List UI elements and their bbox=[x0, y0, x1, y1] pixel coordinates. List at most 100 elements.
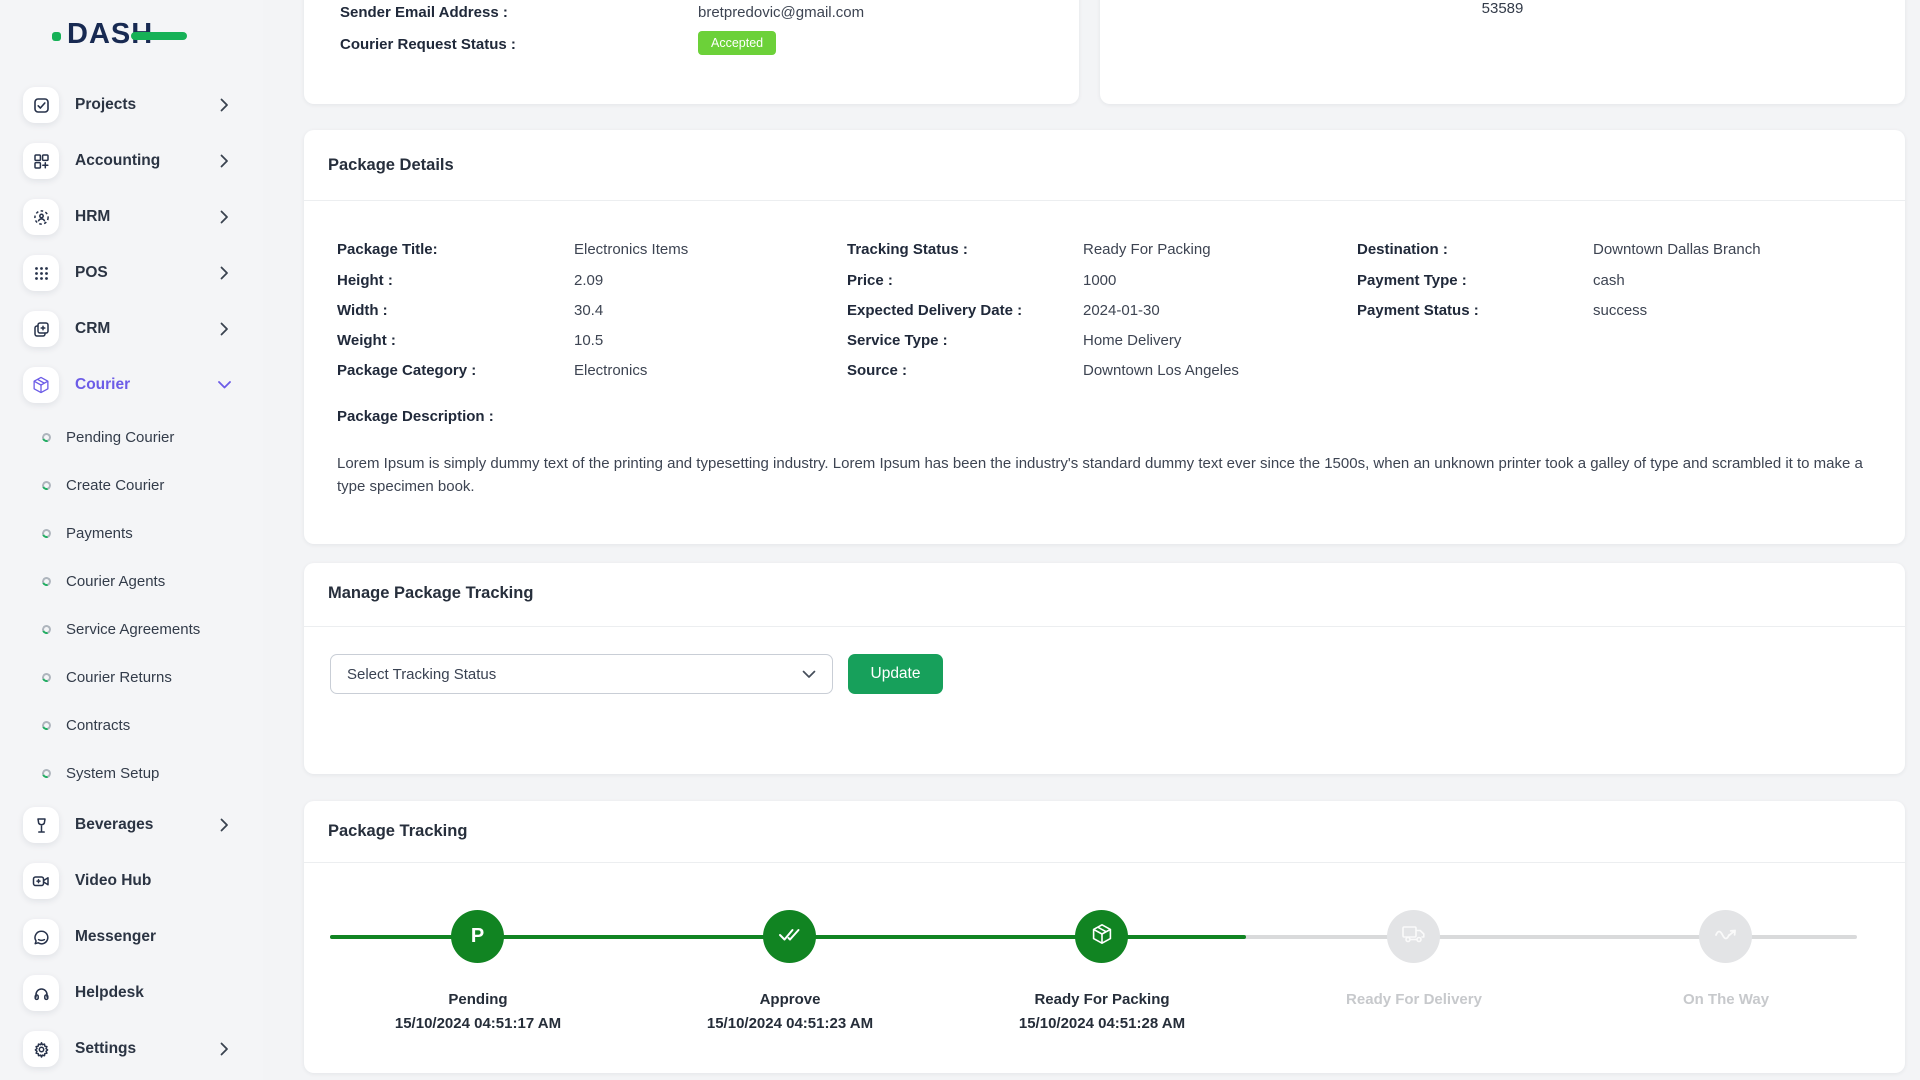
field-label: Weight : bbox=[337, 332, 396, 349]
field-value: Electronics bbox=[574, 362, 648, 379]
gear-icon bbox=[23, 1031, 59, 1067]
barcode-card: 53589 bbox=[1100, 0, 1905, 104]
field-value: 10.5 bbox=[574, 332, 604, 349]
barcode-number: 53589 bbox=[1481, 0, 1524, 17]
timeline-step-circle bbox=[1075, 910, 1128, 963]
chevron-down-icon bbox=[802, 670, 816, 679]
tracking-status-select[interactable]: Select Tracking Status bbox=[330, 654, 833, 694]
timeline-step-label: Ready For Packing bbox=[1034, 991, 1170, 1008]
field-value: Electronics Items bbox=[574, 241, 689, 258]
divider bbox=[304, 626, 1905, 627]
sidebar-item-courier[interactable]: Courier bbox=[0, 357, 263, 413]
sidebar-item-projects[interactable]: Projects bbox=[0, 77, 263, 133]
field-value: 30.4 bbox=[574, 302, 604, 319]
tracking-status-select-value: Select Tracking Status bbox=[347, 665, 497, 683]
field-value: cash bbox=[1593, 272, 1625, 289]
package-tracking-title: Package Tracking bbox=[328, 822, 468, 840]
field-label: Payment Type : bbox=[1357, 272, 1467, 289]
field-value: 1000 bbox=[1083, 272, 1117, 289]
field-value: Downtown Dallas Branch bbox=[1593, 241, 1761, 258]
sidebar-subitem-label: Courier Agents bbox=[66, 572, 166, 590]
chevron-right-icon bbox=[220, 818, 229, 832]
sidebar-subitem-system-setup[interactable]: System Setup bbox=[0, 749, 263, 797]
logo-green-dash-icon bbox=[131, 32, 187, 40]
sidebar-item-video-hub[interactable]: Video Hub bbox=[0, 853, 263, 909]
bullet-icon bbox=[40, 527, 53, 539]
sidebar-item-messenger[interactable]: Messenger bbox=[0, 909, 263, 965]
package-icon bbox=[1091, 923, 1113, 950]
field-value: 2024-01-30 bbox=[1083, 302, 1160, 319]
sidebar-subitem-courier-agents[interactable]: Courier Agents bbox=[0, 557, 263, 605]
package-details-card: Package Details Package Title: Electroni… bbox=[304, 130, 1905, 544]
logo-green-dot-icon bbox=[52, 32, 61, 41]
sidebar-item-crm[interactable]: CRM bbox=[0, 301, 263, 357]
sidebar-item-settings[interactable]: Settings bbox=[0, 1021, 263, 1077]
bullet-icon bbox=[40, 671, 53, 683]
sidebar-item-beverages[interactable]: Beverages bbox=[0, 797, 263, 853]
sidebar-subitem-contracts[interactable]: Contracts bbox=[0, 701, 263, 749]
sender-email-value: bretpredovic@gmail.com bbox=[698, 4, 865, 21]
field-value: Home Delivery bbox=[1083, 332, 1182, 349]
field-label: Source : bbox=[847, 362, 908, 379]
field-label: Width : bbox=[337, 302, 388, 319]
sidebar-item-helpdesk[interactable]: Helpdesk bbox=[0, 965, 263, 1021]
package-description-text: Lorem Ipsum is simply dummy text of the … bbox=[337, 455, 1863, 495]
sidebar-subitem-courier-returns[interactable]: Courier Returns bbox=[0, 653, 263, 701]
sidebar-item-label: Projects bbox=[75, 96, 137, 113]
sidebar-subitem-pending-courier[interactable]: Pending Courier bbox=[0, 413, 263, 461]
sidebar-subitem-create-courier[interactable]: Create Courier bbox=[0, 461, 263, 509]
sidebar-item-accounting[interactable]: Accounting bbox=[0, 133, 263, 189]
sidebar-item-label: Helpdesk bbox=[75, 984, 144, 1001]
divider bbox=[304, 862, 1905, 863]
sidebar-subitem-service-agreements[interactable]: Service Agreements bbox=[0, 605, 263, 653]
chevron-down-icon bbox=[218, 378, 231, 392]
chevron-right-icon bbox=[220, 154, 229, 168]
sidebar-item-label: HRM bbox=[75, 208, 111, 225]
sidebar-subitem-label: Payments bbox=[66, 524, 133, 542]
field-label: Destination : bbox=[1357, 241, 1448, 258]
sidebar-subitem-label: Create Courier bbox=[66, 476, 165, 494]
video-camera-icon bbox=[23, 863, 59, 899]
package-details-title: Package Details bbox=[328, 156, 454, 174]
person-scan-icon bbox=[23, 199, 59, 235]
bullet-icon bbox=[40, 767, 53, 779]
sidebar-item-label: Messenger bbox=[75, 928, 156, 945]
field-value: Ready For Packing bbox=[1083, 241, 1211, 258]
divider bbox=[304, 200, 1905, 201]
sidebar-subitem-label: Service Agreements bbox=[66, 620, 201, 638]
bullet-icon bbox=[40, 623, 53, 635]
manage-tracking-title: Manage Package Tracking bbox=[328, 584, 534, 602]
timeline-step-timestamp: 15/10/2024 04:51:17 AM bbox=[394, 1015, 562, 1032]
timeline-step-circle bbox=[1387, 910, 1440, 963]
chevron-right-icon bbox=[220, 322, 229, 336]
copy-icon bbox=[23, 311, 59, 347]
update-button[interactable]: Update bbox=[848, 654, 943, 694]
chevron-right-icon bbox=[220, 210, 229, 224]
field-label: Tracking Status : bbox=[847, 241, 968, 258]
sidebar-subitem-label: System Setup bbox=[66, 764, 160, 782]
sidebar-item-label: Beverages bbox=[75, 816, 154, 833]
double-check-icon bbox=[778, 925, 801, 948]
sidebar-item-label: CRM bbox=[75, 320, 111, 337]
bullet-icon bbox=[40, 431, 53, 443]
sidebar-item-pos[interactable]: POS bbox=[0, 245, 263, 301]
sidebar-item-label: Video Hub bbox=[75, 872, 152, 889]
sidebar-subitem-payments[interactable]: Payments bbox=[0, 509, 263, 557]
bullet-icon bbox=[40, 719, 53, 731]
package-tracking-card: Package Tracking P Pending 15/10/2024 04… bbox=[304, 801, 1905, 1073]
sidebar-subitem-label: Contracts bbox=[66, 716, 131, 734]
letter-p-icon: P bbox=[470, 925, 485, 947]
sidebar-subitem-label: Courier Returns bbox=[66, 668, 172, 686]
sidebar-item-hrm[interactable]: HRM bbox=[0, 189, 263, 245]
timeline-step-label: On The Way bbox=[1682, 991, 1770, 1008]
chevron-right-icon bbox=[220, 98, 229, 112]
sender-email-label: Sender Email Address : bbox=[340, 4, 508, 21]
package-description-label: Package Description : bbox=[337, 408, 494, 425]
timeline-step-circle bbox=[1699, 910, 1752, 963]
sidebar: DASH Projects Accounting HRM POS CRM Cou… bbox=[0, 0, 263, 1080]
truck-icon bbox=[1401, 925, 1426, 949]
chevron-right-icon bbox=[220, 266, 229, 280]
brand-logo[interactable]: DASH bbox=[52, 18, 187, 56]
checkbox-icon bbox=[23, 87, 59, 123]
status-badge: Accepted bbox=[698, 31, 777, 55]
